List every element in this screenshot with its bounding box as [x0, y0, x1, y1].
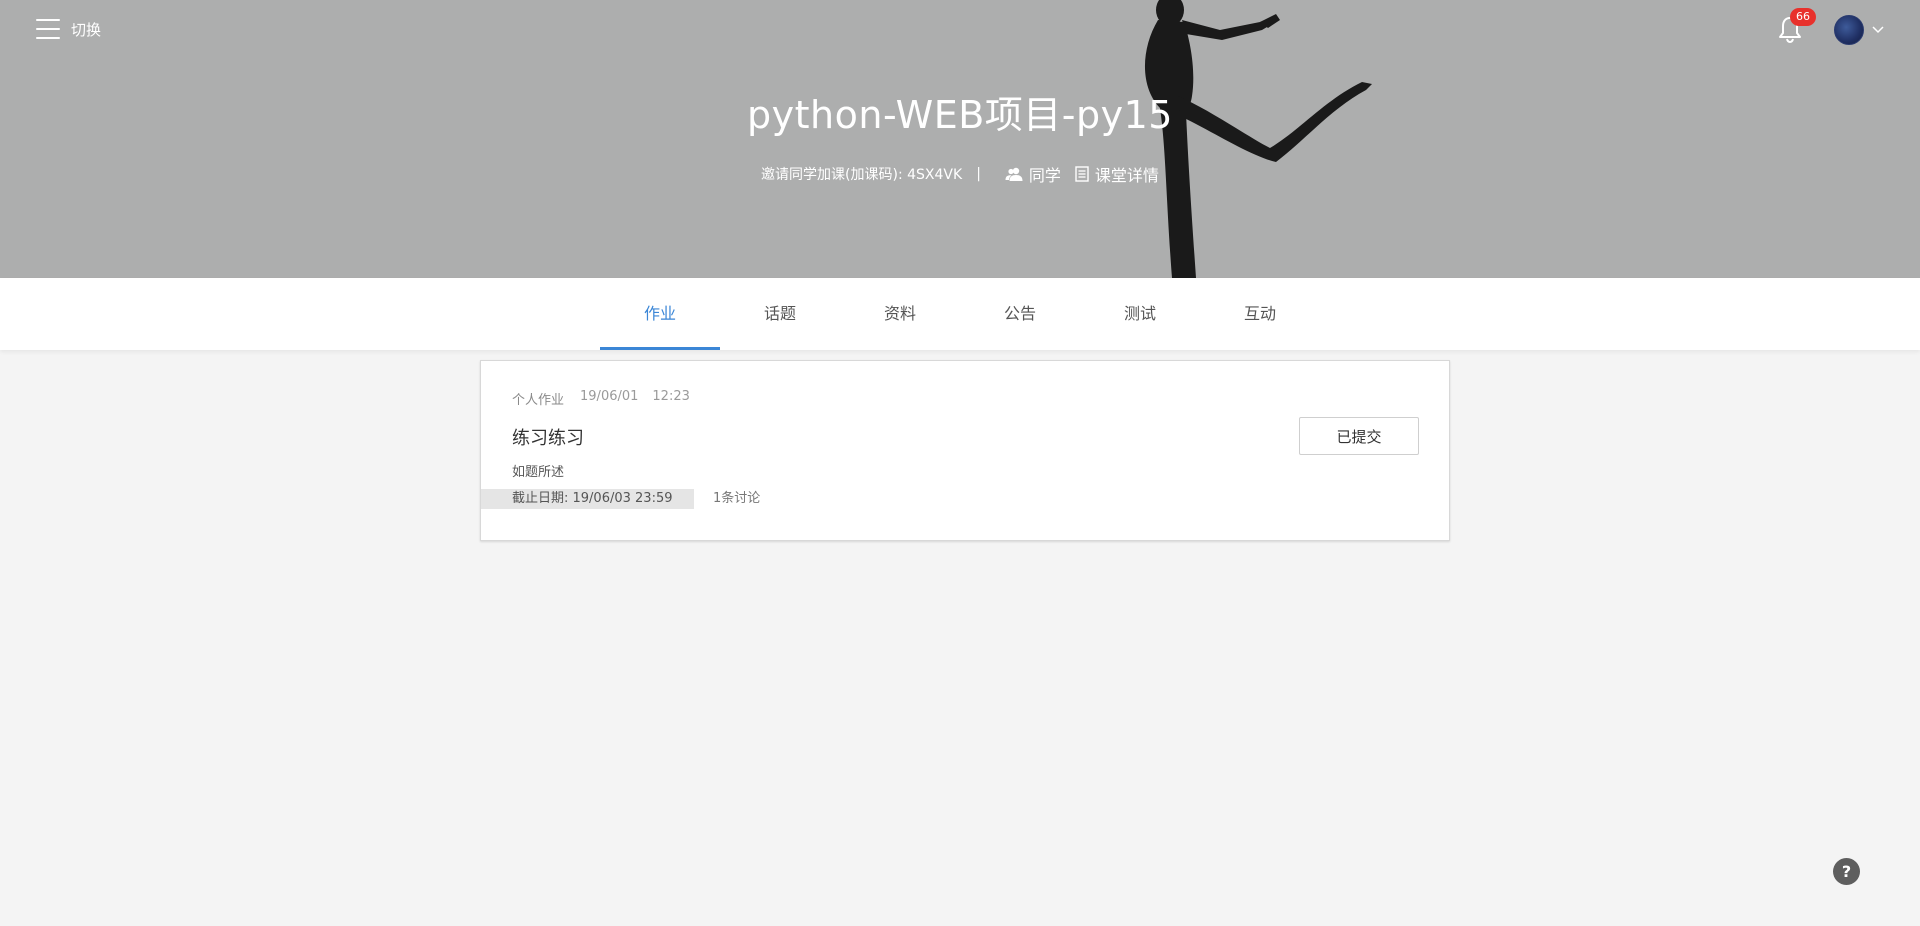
dancer-silhouette-image	[1144, 0, 1372, 278]
homework-type: 个人作业	[512, 393, 565, 408]
switch-menu-button[interactable]: 切换	[36, 16, 101, 42]
chevron-down-icon	[1872, 26, 1884, 34]
classmates-label: 同学	[1028, 166, 1061, 185]
tab-materials[interactable]: 资料	[840, 278, 960, 350]
course-meta-bar: 邀请同学加课(加课码): 4SX4VK | 同学 课堂详情	[0, 162, 1920, 186]
tab-tests[interactable]: 测试	[1080, 278, 1200, 350]
homework-deadline: 截止日期: 19/06/03 23:59	[481, 489, 694, 509]
homework-card[interactable]: 个人作业 19/06/01 12:23 练习练习 如题所述 截止日期: 19/0…	[480, 360, 1450, 541]
tab-homework[interactable]: 作业	[600, 278, 720, 350]
invite-code-text: 邀请同学加课(加课码): 4SX4VK	[761, 167, 963, 183]
course-title: python-WEB项目-py15	[747, 93, 1173, 137]
submitted-button[interactable]: 已提交	[1299, 417, 1419, 455]
users-icon	[1005, 167, 1023, 181]
document-icon	[1075, 166, 1089, 182]
homework-publish-time: 12:23	[652, 389, 690, 404]
classmates-link[interactable]: 同学	[1005, 162, 1061, 186]
meta-separator: |	[976, 166, 981, 182]
hamburger-icon	[36, 19, 60, 39]
course-details-label: 课堂详情	[1094, 166, 1159, 185]
homework-description: 如题所述	[512, 465, 565, 480]
avatar[interactable]	[1834, 15, 1864, 45]
tab-list: 作业 话题 资料 公告 测试 互动	[600, 278, 1320, 350]
homework-title[interactable]: 练习练习	[512, 424, 584, 450]
notification-count-badge: 66	[1790, 8, 1816, 26]
help-icon[interactable]: ?	[1833, 858, 1860, 885]
tab-announcements[interactable]: 公告	[960, 278, 1080, 350]
homework-publish-date: 19/06/01	[580, 389, 639, 404]
homework-meta: 个人作业 19/06/01 12:23	[512, 389, 690, 408]
tab-interaction[interactable]: 互动	[1200, 278, 1320, 350]
tab-topics[interactable]: 话题	[720, 278, 840, 350]
user-menu[interactable]	[1834, 15, 1884, 45]
course-banner: 切换 66 python-WEB项目-py15 邀请同学加课(加课码): 4SX…	[0, 0, 1920, 278]
homework-discussion-link[interactable]: 1条讨论	[713, 489, 760, 509]
course-details-link[interactable]: 课堂详情	[1075, 162, 1159, 186]
switch-menu-label: 切换	[71, 20, 102, 39]
course-tabbar: 作业 话题 资料 公告 测试 互动	[0, 278, 1920, 350]
